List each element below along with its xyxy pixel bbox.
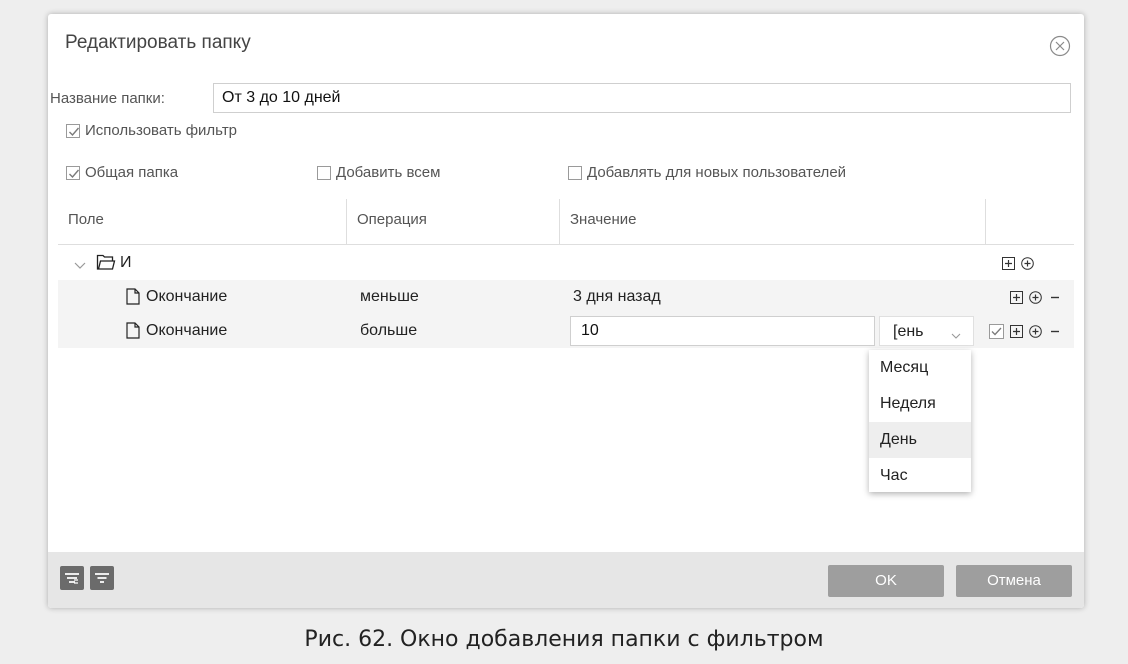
condition-row-editing[interactable]: Окончание больше 10 [ень (58, 314, 1074, 348)
dialog-footer: OK Отмена (48, 552, 1084, 608)
add-to-all-label: Добавить всем (336, 164, 441, 181)
use-filter-label: Использовать фильтр (85, 122, 238, 139)
dropdown-option-hour[interactable]: Час (869, 458, 971, 494)
condition-field[interactable]: Окончание (146, 280, 227, 314)
column-header-value[interactable]: Значение (560, 199, 985, 244)
condition-operation[interactable]: меньше (360, 280, 419, 314)
folder-name-input[interactable]: От 3 до 10 дней (213, 83, 1071, 113)
dropdown-option-month[interactable]: Месяц (869, 350, 971, 386)
add-to-all-checkbox[interactable]: Добавить всем (317, 164, 440, 181)
filter-icon[interactable] (90, 566, 114, 590)
chevron-down-icon[interactable] (74, 258, 86, 276)
use-filter-checkbox[interactable]: Использовать фильтр (66, 122, 237, 139)
group-operator-label: И (120, 254, 132, 271)
dialog-titlebar: Редактировать папку (48, 14, 1084, 78)
figure-caption: Рис. 62. Окно добавления папки с фильтро… (304, 627, 824, 652)
add-new-users-checkbox[interactable]: Добавлять для новых пользователей (568, 164, 846, 181)
unit-select-value: [ень (893, 323, 924, 340)
dropdown-option-week[interactable]: Неделя (869, 386, 971, 422)
add-group-icon[interactable] (1010, 290, 1023, 304)
checkbox-checked-icon[interactable] (66, 165, 80, 180)
column-header-field[interactable]: Поле (58, 199, 346, 244)
group-row[interactable]: И (58, 246, 1074, 280)
ok-button[interactable]: OK (828, 565, 944, 597)
folder-icon (96, 254, 116, 276)
minus-icon[interactable] (1048, 325, 1062, 338)
folder-name-label: Название папки: (50, 90, 165, 107)
grid-header: Поле Операция Значение (58, 199, 1074, 245)
add-group-icon[interactable] (1002, 256, 1015, 270)
condition-actions (989, 314, 1062, 348)
add-circle-icon[interactable] (1029, 290, 1042, 304)
add-group-icon[interactable] (1010, 324, 1023, 338)
minus-icon[interactable] (1048, 291, 1062, 304)
condition-operation[interactable]: больше (360, 314, 417, 348)
checkbox-checked-icon[interactable] (66, 123, 80, 138)
add-circle-icon[interactable] (1029, 324, 1042, 338)
column-header-operation[interactable]: Операция (347, 199, 559, 244)
unit-dropdown-menu: Месяц Неделя День Час (869, 350, 971, 492)
value-input[interactable]: 10 (570, 316, 875, 346)
close-icon[interactable] (1048, 34, 1072, 58)
dialog-title: Редактировать папку (65, 32, 251, 53)
document-icon (126, 288, 140, 305)
edit-folder-dialog: Редактировать папку Название папки: От 3… (48, 14, 1084, 608)
add-circle-icon[interactable] (1021, 256, 1034, 270)
document-icon (126, 322, 140, 339)
checkbox-unchecked-icon[interactable] (317, 165, 331, 180)
chevron-down-icon[interactable] (951, 327, 961, 339)
column-divider (985, 199, 986, 245)
add-new-users-label: Добавлять для новых пользователей (587, 164, 847, 181)
cancel-button[interactable]: Отмена (956, 565, 1072, 597)
unit-select[interactable]: [ень (879, 316, 974, 346)
filter-tree-icon[interactable] (60, 566, 84, 590)
condition-row[interactable]: Окончание меньше 3 дня назад (58, 280, 1074, 314)
checkbox-checked-icon[interactable] (989, 323, 1004, 339)
condition-value[interactable]: 3 дня назад (573, 280, 661, 314)
condition-field[interactable]: Окончание (146, 314, 227, 348)
dropdown-option-day[interactable]: День (869, 422, 971, 458)
checkbox-unchecked-icon[interactable] (568, 165, 582, 180)
shared-folder-label: Общая папка (85, 164, 179, 181)
shared-folder-checkbox[interactable]: Общая папка (66, 164, 178, 181)
group-actions (1002, 246, 1034, 280)
condition-actions (1010, 280, 1062, 314)
